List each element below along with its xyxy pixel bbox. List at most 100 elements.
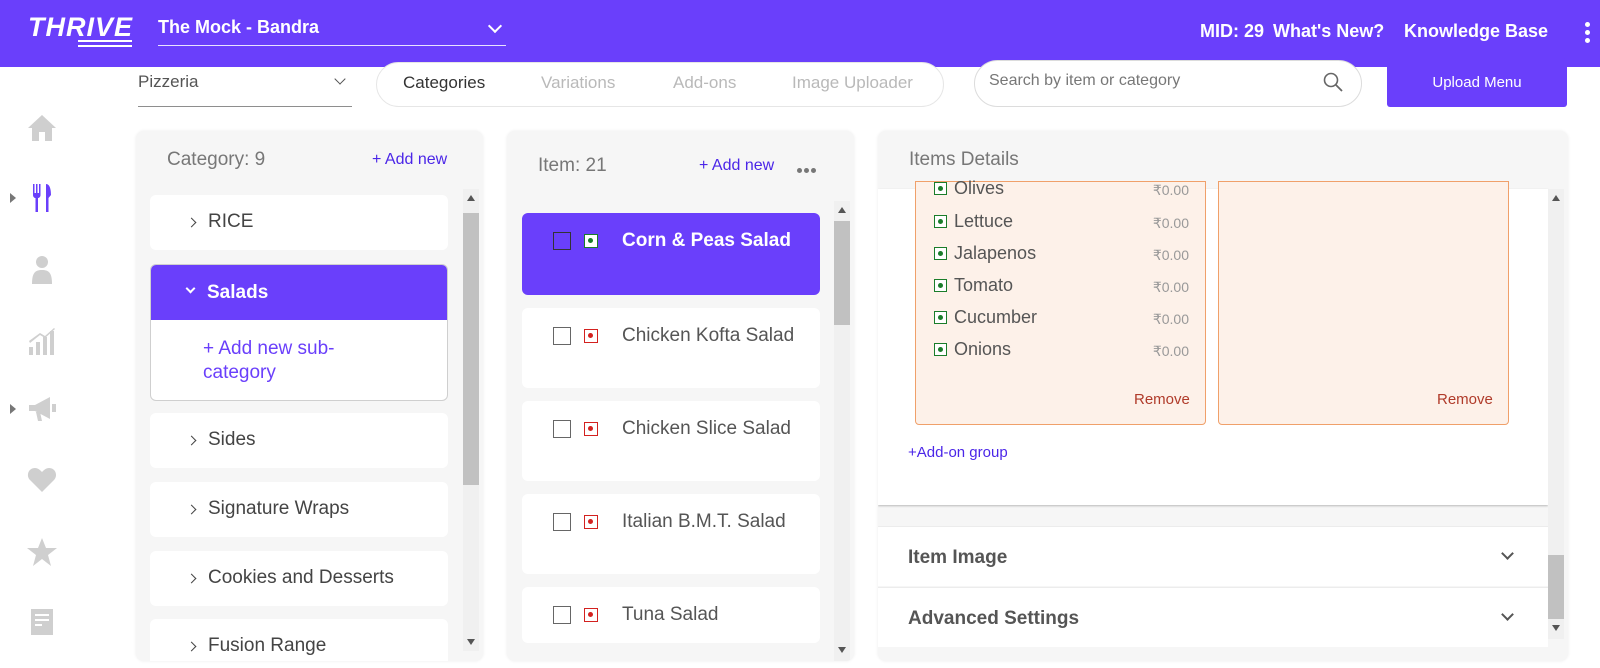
item-name: Chicken Slice Salad bbox=[622, 418, 791, 439]
chevron-down-icon bbox=[1501, 547, 1514, 560]
addon-price: ₹0.00 bbox=[1152, 343, 1189, 359]
tab-categories[interactable]: Categories bbox=[403, 73, 485, 93]
item-image-accordion[interactable]: Item Image bbox=[878, 526, 1548, 586]
item-count: Item: 21 bbox=[538, 155, 607, 176]
addon-price: ₹0.00 bbox=[1152, 247, 1189, 263]
scroll-thumb[interactable] bbox=[463, 213, 479, 485]
details-scrollbar[interactable] bbox=[1548, 189, 1564, 639]
mid-label: MID: 29 bbox=[1200, 21, 1265, 41]
item-card[interactable]: Chicken Slice Salad bbox=[522, 401, 820, 481]
category-item-fusion-range[interactable]: Fusion Range bbox=[150, 619, 448, 661]
addon-name: Onions bbox=[954, 339, 1012, 359]
sidebar bbox=[0, 67, 80, 668]
addon-name: Olives bbox=[954, 178, 1005, 198]
add-item-button[interactable]: + Add new bbox=[699, 157, 774, 175]
item-name: Chicken Kofta Salad bbox=[622, 325, 795, 346]
item-name: Corn & Peas Salad bbox=[622, 230, 791, 251]
category-item-rice[interactable]: RICE bbox=[150, 195, 448, 250]
upload-menu-button[interactable]: Upload Menu bbox=[1387, 58, 1567, 107]
category-panel-header: Category: 9 + Add new bbox=[136, 131, 483, 189]
scroll-down-icon[interactable] bbox=[838, 647, 846, 653]
remove-addon-group-button[interactable]: Remove bbox=[1437, 391, 1493, 408]
growth-chart-icon[interactable] bbox=[26, 325, 58, 357]
category-item-sides[interactable]: Sides bbox=[150, 413, 448, 468]
addon-price: ₹0.00 bbox=[1152, 311, 1189, 327]
user-icon[interactable] bbox=[26, 254, 58, 286]
item-card[interactable]: Corn & Peas Salad bbox=[522, 213, 820, 295]
tab-add-ons[interactable]: Add-ons bbox=[673, 73, 736, 93]
scroll-thumb[interactable] bbox=[834, 221, 850, 325]
knowledge-base-link[interactable]: Knowledge Base bbox=[1404, 21, 1548, 42]
expand-arrow-icon[interactable] bbox=[10, 193, 16, 203]
chevron-right-icon bbox=[186, 435, 197, 446]
receipt-icon[interactable] bbox=[26, 607, 58, 639]
veg-icon bbox=[934, 311, 947, 324]
category-label: Sides bbox=[208, 429, 256, 450]
accordion-label: Advanced Settings bbox=[908, 608, 1080, 629]
addon-price: ₹0.00 bbox=[1152, 279, 1189, 295]
category-panel: Category: 9 + Add new RICE Salads + Add … bbox=[136, 131, 483, 661]
addon-group-card: Olives ₹0.00 Lettuce ₹0.00 Jalapenos ₹0.… bbox=[915, 178, 1206, 425]
addon-group-card: Remove bbox=[1218, 181, 1509, 425]
scroll-down-icon[interactable] bbox=[467, 639, 475, 645]
scroll-down-icon[interactable] bbox=[1552, 625, 1560, 631]
expand-arrow-icon[interactable] bbox=[10, 404, 16, 414]
tab-variations[interactable]: Variations bbox=[541, 73, 615, 93]
category-item-salads: Salads + Add new sub-category bbox=[150, 264, 448, 401]
add-subcategory-link[interactable]: + Add new sub-category bbox=[203, 337, 403, 385]
cutlery-icon[interactable] bbox=[26, 182, 58, 214]
items-scrollbar[interactable] bbox=[834, 201, 850, 661]
search-icon[interactable] bbox=[1323, 72, 1343, 92]
item-details-title: Items Details bbox=[909, 149, 1019, 170]
addon-name: Cucumber bbox=[954, 307, 1038, 327]
item-details-panel: Items Details Olives ₹0.00 Lettuce ₹0.00… bbox=[878, 131, 1568, 661]
category-scrollbar[interactable] bbox=[463, 189, 479, 651]
item-card[interactable]: Italian B.M.T. Salad bbox=[522, 494, 820, 574]
category-count: Category: 9 bbox=[167, 149, 266, 170]
chevron-down-icon bbox=[487, 18, 503, 34]
more-options-icon[interactable] bbox=[797, 160, 818, 178]
thrive-logo[interactable]: THRIVE bbox=[28, 12, 133, 43]
category-label: RICE bbox=[208, 211, 254, 232]
category-item-cookies-and-desserts[interactable]: Cookies and Desserts bbox=[150, 551, 448, 606]
addon-price: ₹0.00 bbox=[1152, 215, 1189, 231]
veg-icon bbox=[934, 247, 947, 260]
scroll-up-icon[interactable] bbox=[838, 207, 846, 213]
brand-select[interactable]: Pizzeria bbox=[138, 66, 352, 107]
heart-icon[interactable] bbox=[26, 464, 58, 496]
megaphone-icon[interactable] bbox=[26, 393, 58, 425]
veg-icon bbox=[934, 182, 947, 195]
chevron-right-icon bbox=[186, 504, 197, 515]
tab-image-uploader[interactable]: Image Uploader bbox=[792, 73, 913, 93]
addon-price: ₹0.00 bbox=[1152, 182, 1189, 198]
scroll-thumb[interactable] bbox=[1548, 555, 1564, 619]
home-icon[interactable] bbox=[26, 112, 58, 144]
chevron-down-icon bbox=[334, 73, 346, 85]
add-category-button[interactable]: + Add new bbox=[372, 151, 447, 169]
advanced-settings-accordion[interactable]: Advanced Settings bbox=[878, 587, 1548, 647]
item-card[interactable]: Chicken Kofta Salad bbox=[522, 308, 820, 388]
category-label: Fusion Range bbox=[208, 635, 327, 656]
menu-tabs: Categories Variations Add-ons Image Uplo… bbox=[376, 62, 944, 107]
scroll-up-icon[interactable] bbox=[467, 195, 475, 201]
add-addon-group-link[interactable]: +Add-on group bbox=[908, 444, 1008, 461]
whats-new-link[interactable]: What's New? bbox=[1273, 21, 1384, 42]
item-card[interactable]: Tuna Salad bbox=[522, 587, 820, 643]
veg-icon bbox=[934, 215, 947, 228]
category-salads-header[interactable]: Salads bbox=[151, 265, 447, 320]
search-input[interactable] bbox=[989, 72, 1319, 90]
addon-name: Tomato bbox=[954, 275, 1014, 295]
star-icon[interactable] bbox=[26, 536, 58, 568]
remove-addon-group-button[interactable]: Remove bbox=[1134, 391, 1190, 408]
item-name: Tuna Salad bbox=[622, 604, 719, 625]
chevron-right-icon bbox=[186, 217, 197, 228]
category-item-signature-wraps[interactable]: Signature Wraps bbox=[150, 482, 448, 537]
scroll-up-icon[interactable] bbox=[1552, 195, 1560, 201]
outlet-name: The Mock - Bandra bbox=[158, 17, 320, 37]
top-bar: THRIVE The Mock - Bandra MID: 29 What's … bbox=[0, 0, 1600, 67]
more-menu-icon[interactable] bbox=[1585, 22, 1591, 46]
outlet-select[interactable]: The Mock - Bandra bbox=[158, 17, 506, 46]
addon-groups-section: Olives ₹0.00 Lettuce ₹0.00 Jalapenos ₹0.… bbox=[878, 178, 1548, 505]
addon-name: Lettuce bbox=[954, 211, 1014, 231]
item-name: Italian B.M.T. Salad bbox=[622, 511, 786, 532]
